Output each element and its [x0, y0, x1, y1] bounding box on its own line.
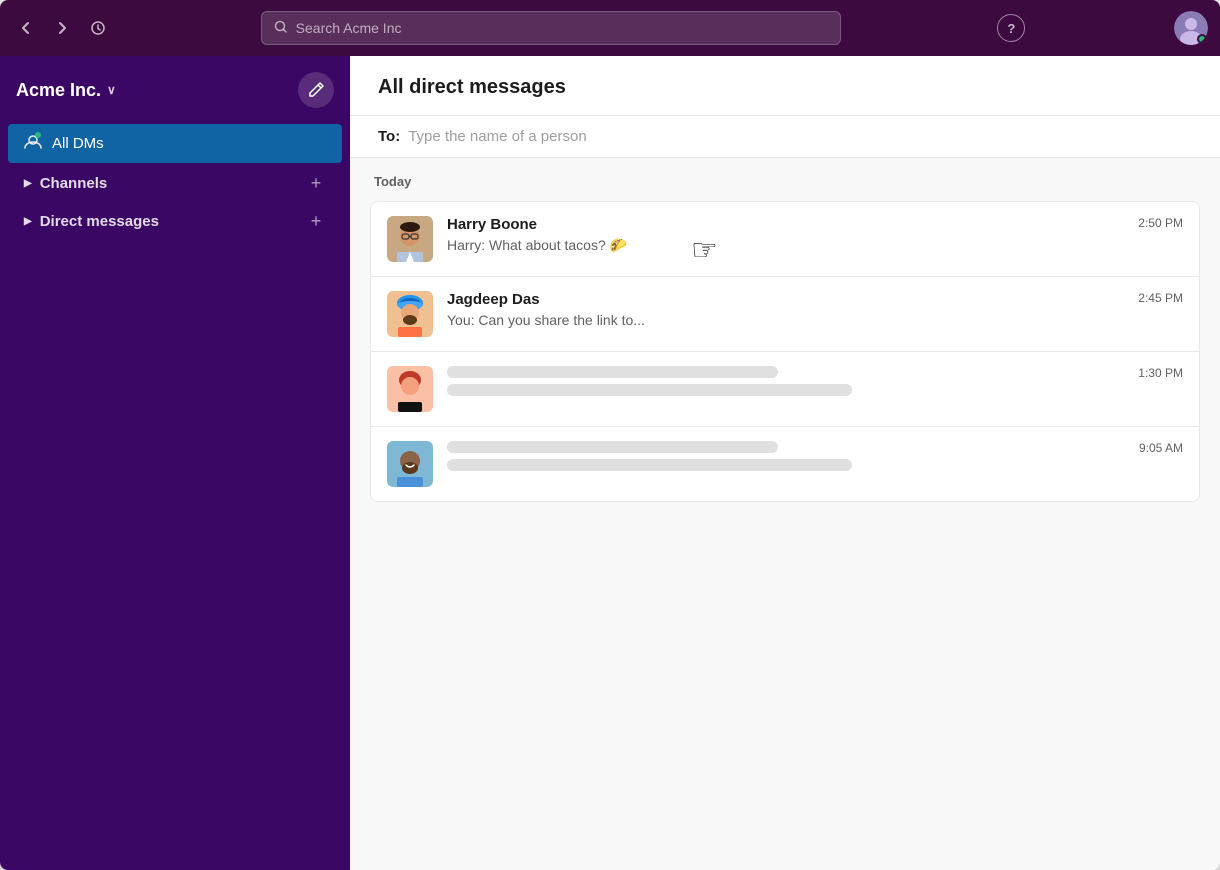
- user-avatar-top[interactable]: [1174, 11, 1208, 45]
- workspace-header: Acme Inc. ∨: [0, 64, 350, 124]
- avatar-beard: [387, 441, 433, 487]
- dm-card-beard[interactable]: 9:05 AM: [371, 427, 1199, 501]
- all-dms-icon: [24, 132, 42, 155]
- placeholder-name-woman: [447, 366, 778, 378]
- to-field: To:: [350, 116, 1220, 158]
- help-button[interactable]: ?: [997, 14, 1025, 42]
- to-input[interactable]: [408, 128, 1192, 145]
- dm-name-jagdeep: Jagdeep Das: [447, 291, 1183, 308]
- forward-button[interactable]: [48, 14, 76, 42]
- sidebar-section-channels[interactable]: ▶ Channels +: [8, 165, 342, 201]
- dm-cards-group: Harry Boone Harry: What about tacos? 🌮 2…: [370, 201, 1200, 502]
- dm-preview-harry: Harry: What about tacos? 🌮: [447, 237, 1183, 254]
- dm-name-harry: Harry Boone: [447, 216, 1183, 233]
- placeholder-preview-beard: [447, 459, 852, 471]
- history-button[interactable]: [84, 14, 112, 42]
- online-indicator: [1197, 34, 1207, 44]
- date-label: Today: [370, 174, 1200, 189]
- to-label: To:: [378, 128, 400, 145]
- workspace-name[interactable]: Acme Inc. ∨: [16, 80, 116, 101]
- sidebar-section-dms[interactable]: ▶ Direct messages +: [8, 203, 342, 239]
- dm-info-harry: Harry Boone Harry: What about tacos? 🌮: [447, 216, 1183, 254]
- channels-label: Channels: [40, 175, 108, 192]
- search-bar[interactable]: [261, 11, 841, 45]
- dm-info-woman: [447, 366, 1183, 402]
- dms-arrow-icon: ▶: [24, 216, 32, 227]
- dm-time-jagdeep: 2:45 PM: [1138, 291, 1183, 305]
- content-header: All direct messages: [350, 56, 1220, 116]
- dm-card-jagdeep[interactable]: Jagdeep Das You: Can you share the link …: [371, 277, 1199, 352]
- app-window: ? Acme Inc. ∨: [0, 0, 1220, 870]
- placeholder-name-beard: [447, 441, 778, 453]
- dm-list-area: Today: [350, 158, 1220, 870]
- search-icon: [274, 20, 288, 37]
- add-dm-button[interactable]: +: [306, 211, 326, 231]
- dm-time-harry: 2:50 PM: [1138, 216, 1183, 230]
- workspace-chevron-icon: ∨: [107, 83, 116, 97]
- search-input[interactable]: [296, 20, 828, 36]
- add-channel-button[interactable]: +: [306, 173, 326, 193]
- workspace-name-label: Acme Inc.: [16, 80, 101, 101]
- back-button[interactable]: [12, 14, 40, 42]
- dm-card-harry[interactable]: Harry Boone Harry: What about tacos? 🌮 2…: [371, 202, 1199, 277]
- sidebar: Acme Inc. ∨: [0, 56, 350, 870]
- direct-messages-label: Direct messages: [40, 213, 159, 230]
- avatar-jagdeep: [387, 291, 433, 337]
- dm-info-jagdeep: Jagdeep Das You: Can you share the link …: [447, 291, 1183, 328]
- channels-arrow-icon: ▶: [24, 178, 32, 189]
- placeholder-preview-woman: [447, 384, 852, 396]
- avatar-harry: [387, 216, 433, 262]
- dm-info-beard: [447, 441, 1183, 477]
- top-bar: ?: [0, 0, 1220, 56]
- sidebar-item-all-dms-label: All DMs: [52, 135, 104, 152]
- dm-preview-jagdeep: You: Can you share the link to...: [447, 312, 1183, 328]
- avatar-woman: [387, 366, 433, 412]
- dm-card-woman[interactable]: 1:30 PM: [371, 352, 1199, 427]
- content-area: All direct messages To: Today: [350, 56, 1220, 870]
- sidebar-item-all-dms[interactable]: All DMs: [8, 124, 342, 163]
- main-area: Acme Inc. ∨: [0, 56, 1220, 870]
- compose-button[interactable]: [298, 72, 334, 108]
- dm-time-woman: 1:30 PM: [1138, 366, 1183, 380]
- dm-time-beard: 9:05 AM: [1139, 441, 1183, 455]
- page-title: All direct messages: [378, 76, 1192, 99]
